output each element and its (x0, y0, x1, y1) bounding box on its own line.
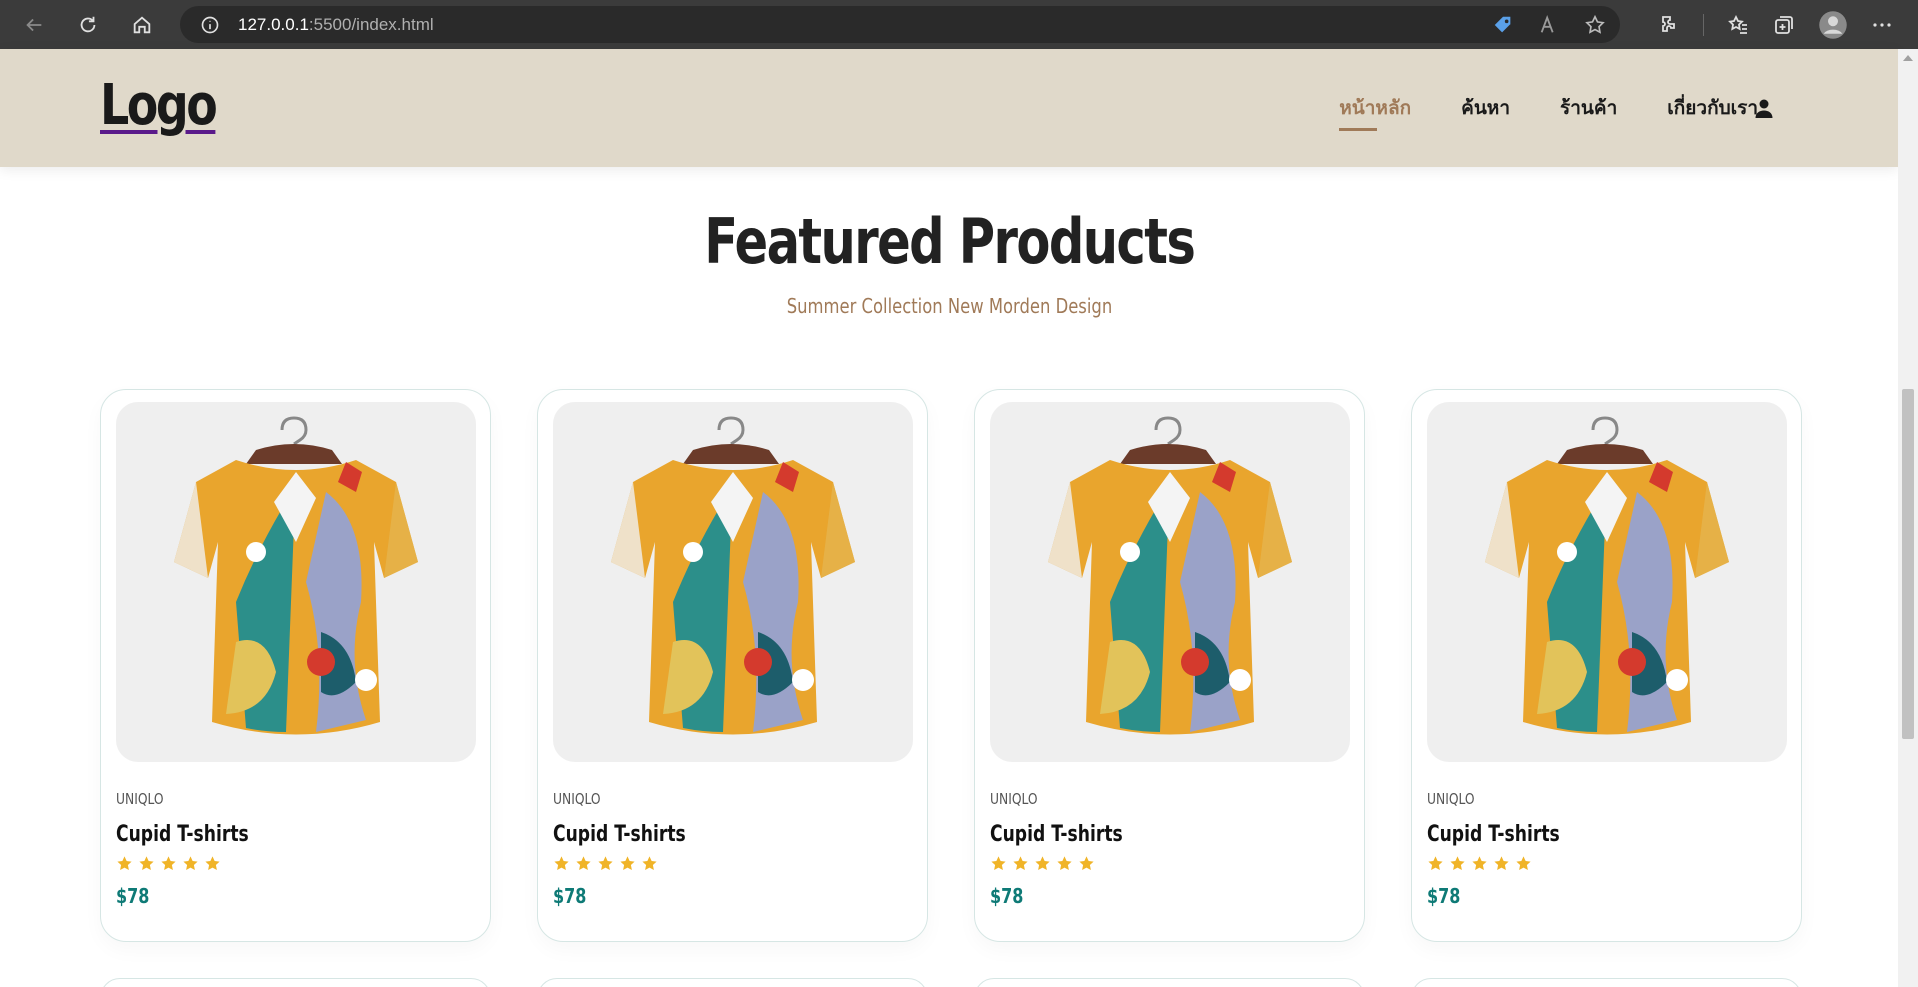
star-icon (161, 856, 176, 871)
product-rating (553, 855, 912, 872)
shirt-image (174, 416, 418, 735)
product-image[interactable] (116, 402, 476, 762)
user-icon[interactable] (1752, 97, 1776, 121)
shirt-image (611, 416, 855, 735)
star-icon (1428, 856, 1443, 871)
shirt-image (1048, 416, 1292, 735)
home-icon[interactable] (122, 5, 162, 45)
product-price: $78 (116, 884, 150, 908)
star-icon (1035, 856, 1050, 871)
product-rating (990, 855, 1349, 872)
product-rating (1427, 855, 1786, 872)
shirt-image (1485, 416, 1729, 735)
star-icon (1013, 856, 1028, 871)
star-icon (598, 856, 613, 871)
read-aloud-icon[interactable] (1538, 14, 1560, 36)
product-brand: UNIQLO (990, 790, 1038, 808)
product-card[interactable]: UNIQLO Cupid T-shirts $78 (100, 389, 491, 942)
star-icon (991, 856, 1006, 871)
scroll-up-arrow[interactable] (1903, 55, 1913, 61)
product-card-partial[interactable] (537, 978, 928, 987)
back-icon[interactable] (14, 5, 54, 45)
star-icon (1450, 856, 1465, 871)
scrollbar-thumb[interactable] (1902, 389, 1914, 739)
profile-icon[interactable] (1818, 10, 1848, 40)
star-icon (1516, 856, 1531, 871)
star-icon (1057, 856, 1072, 871)
browser-toolbar: 127.0.0.1:5500/index.html (0, 0, 1918, 49)
star-icon (139, 856, 154, 871)
product-image[interactable] (553, 402, 913, 762)
collections-icon[interactable] (1772, 13, 1796, 37)
nav-shop[interactable]: ร้านค้า (1560, 93, 1617, 123)
product-image[interactable] (1427, 402, 1787, 762)
tag-icon[interactable] (1492, 14, 1514, 36)
product-brand: UNIQLO (116, 790, 164, 808)
star-icon (642, 856, 657, 871)
product-card[interactable]: UNIQLO Cupid T-shirts $78 (1411, 389, 1802, 942)
product-price: $78 (1427, 884, 1461, 908)
url-text: 127.0.0.1:5500/index.html (238, 14, 434, 34)
nav-home[interactable]: หน้าหลัก (1339, 93, 1411, 131)
product-brand: UNIQLO (553, 790, 601, 808)
more-icon[interactable] (1870, 13, 1894, 37)
product-name[interactable]: Cupid T-shirts (990, 822, 1349, 847)
product-name[interactable]: Cupid T-shirts (553, 822, 912, 847)
product-brand: UNIQLO (1427, 790, 1475, 808)
next-product-row (100, 978, 1802, 987)
page-scrollbar[interactable] (1898, 49, 1918, 987)
product-price: $78 (553, 884, 587, 908)
star-icon (117, 856, 132, 871)
product-card[interactable]: UNIQLO Cupid T-shirts $78 (537, 389, 928, 942)
site-logo[interactable]: Logo (100, 73, 218, 138)
info-icon[interactable] (200, 15, 220, 35)
star-icon (205, 856, 220, 871)
section-subtitle: Summer Collection New Morden Design (786, 294, 1112, 318)
site-header: Logo หน้าหลัก ค้นหา ร้านค้า เกี่ยวกับเรา (0, 49, 1898, 167)
product-price: $78 (990, 884, 1024, 908)
extensions-icon[interactable] (1657, 13, 1681, 37)
star-icon (1494, 856, 1509, 871)
star-icon (576, 856, 591, 871)
product-rating (116, 855, 475, 872)
reload-icon[interactable] (68, 5, 108, 45)
product-card-partial[interactable] (974, 978, 1365, 987)
nav-about[interactable]: เกี่ยวกับเรา (1667, 93, 1758, 123)
product-grid: UNIQLO Cupid T-shirts $78 UNIQLO Cupid T… (100, 389, 1802, 942)
star-icon (620, 856, 635, 871)
favorites-icon[interactable] (1726, 13, 1750, 37)
favorite-add-icon[interactable] (1584, 14, 1606, 36)
product-card-partial[interactable] (1411, 978, 1802, 987)
toolbar-divider (1703, 13, 1704, 36)
star-icon (1472, 856, 1487, 871)
address-bar[interactable]: 127.0.0.1:5500/index.html (180, 6, 1620, 43)
product-card[interactable]: UNIQLO Cupid T-shirts $78 (974, 389, 1365, 942)
star-icon (183, 856, 198, 871)
star-icon (1079, 856, 1094, 871)
product-card-partial[interactable] (100, 978, 491, 987)
star-icon (554, 856, 569, 871)
product-name[interactable]: Cupid T-shirts (1427, 822, 1786, 847)
product-image[interactable] (990, 402, 1350, 762)
main-nav: หน้าหลัก ค้นหา ร้านค้า เกี่ยวกับเรา (1339, 49, 1758, 167)
product-name[interactable]: Cupid T-shirts (116, 822, 475, 847)
section-title: Featured Products (703, 205, 1196, 278)
nav-search[interactable]: ค้นหา (1461, 93, 1510, 123)
